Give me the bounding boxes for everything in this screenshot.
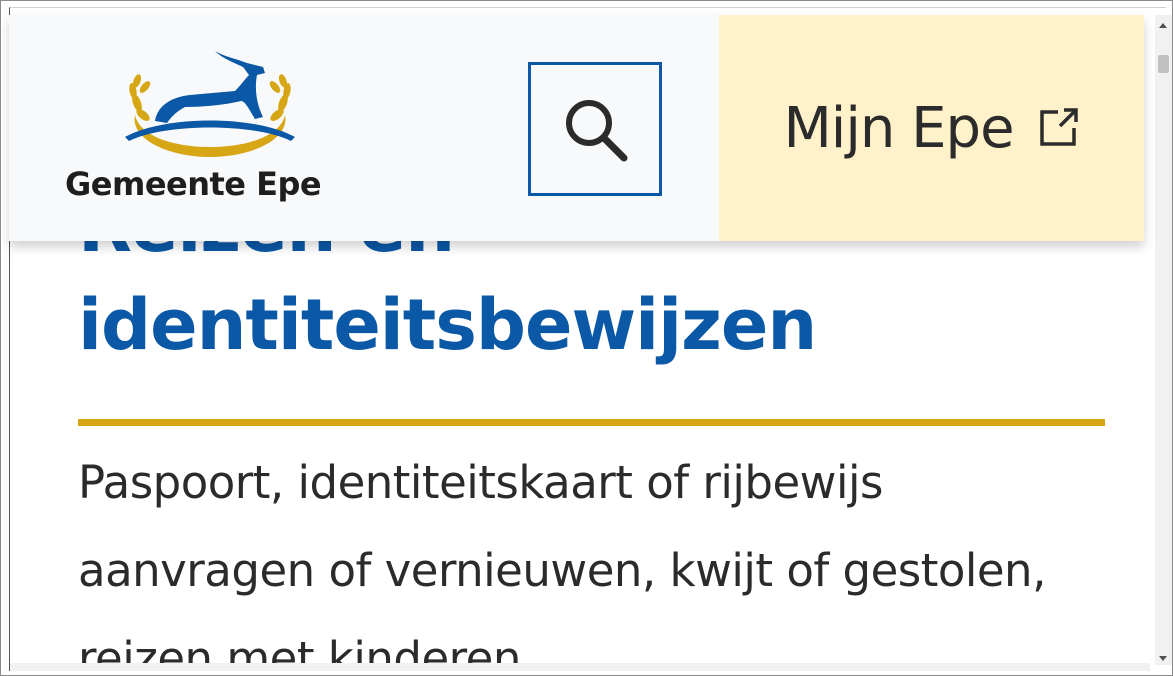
scrollbar-thumb[interactable] [1158, 55, 1169, 73]
mijn-epe-label: Mijn Epe [783, 95, 1014, 161]
scroll-up-arrow-icon[interactable] [1159, 23, 1167, 28]
scroll-down-arrow-icon[interactable] [1159, 656, 1167, 661]
browser-viewport: Reizen en identiteitsbewijzen Paspoort, … [0, 0, 1173, 676]
logo-text: Gemeente Epe [65, 165, 322, 203]
intro-line-1: Paspoort, identiteitskaart of rijbewijs [78, 456, 883, 509]
search-button[interactable] [528, 62, 662, 196]
vertical-scrollbar[interactable] [1155, 15, 1172, 665]
mijn-epe-link[interactable]: Mijn Epe [719, 15, 1144, 241]
external-link-icon [1039, 108, 1078, 146]
gemeente-epe-deer-logo-icon [125, 51, 295, 157]
intro-line-2: aanvragen of vernieuwen, kwijt of gestol… [78, 544, 1046, 597]
page-title-line-2: identiteitsbewijzen [78, 284, 817, 366]
search-icon [566, 100, 628, 162]
title-underline [78, 419, 1105, 426]
intro-text: Paspoort, identiteitskaart of rijbewijs … [78, 439, 1128, 671]
site-header: Gemeente Epe Mijn Epe [9, 15, 1144, 241]
header-main: Gemeente Epe [9, 15, 719, 241]
home-logo-link[interactable]: Gemeente Epe [65, 45, 355, 215]
horizontal-scrollbar[interactable] [10, 663, 1150, 671]
